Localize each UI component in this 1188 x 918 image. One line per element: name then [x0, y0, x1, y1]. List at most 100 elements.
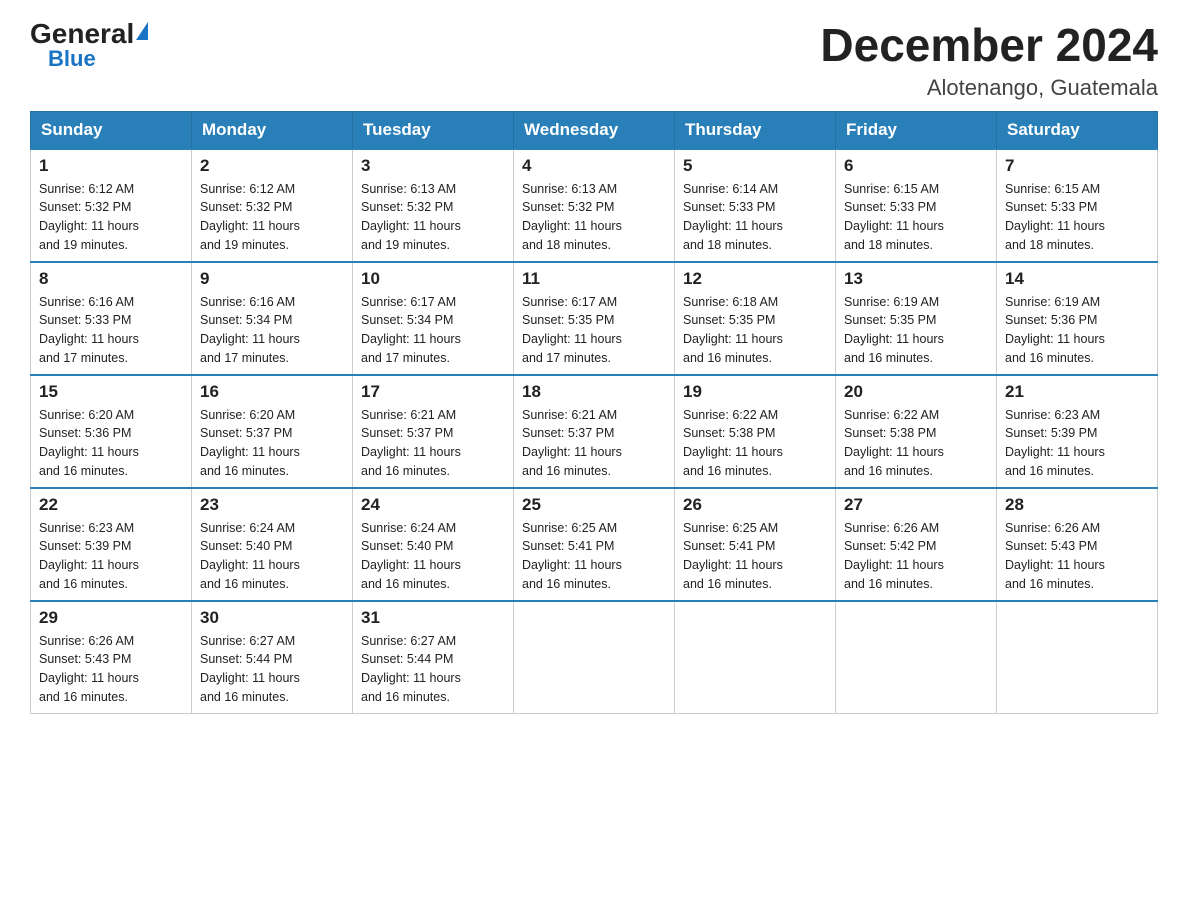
day-number: 26 [683, 495, 827, 515]
calendar-cell: 3 Sunrise: 6:13 AMSunset: 5:32 PMDaylight… [353, 149, 514, 262]
calendar-cell: 18 Sunrise: 6:21 AMSunset: 5:37 PMDayligh… [514, 375, 675, 488]
day-number: 10 [361, 269, 505, 289]
calendar-week-row-1: 1Sunrise: 6:12 AMSunset: 5:32 PMDaylight… [31, 149, 1158, 262]
day-number: 16 [200, 382, 344, 402]
title-block: December 2024 Alotenango, Guatemala [820, 20, 1158, 101]
calendar-cell: 16Sunrise: 6:20 AMSunset: 5:37 PMDayligh… [192, 375, 353, 488]
day-info: Sunrise: 6:17 AMSunset: 5:35 PMDaylight:… [522, 293, 666, 368]
calendar-cell: 13 Sunrise: 6:19 AMSunset: 5:35 PMDayligh… [836, 262, 997, 375]
day-number: 28 [1005, 495, 1149, 515]
day-number: 6 [844, 156, 988, 176]
calendar-cell: 20 Sunrise: 6:22 AMSunset: 5:38 PMDayligh… [836, 375, 997, 488]
calendar-header-row: SundayMondayTuesdayWednesdayThursdayFrid… [31, 111, 1158, 149]
calendar-week-row-4: 22Sunrise: 6:23 AMSunset: 5:39 PMDayligh… [31, 488, 1158, 601]
calendar-header-saturday: Saturday [997, 111, 1158, 149]
calendar-header-sunday: Sunday [31, 111, 192, 149]
day-number: 7 [1005, 156, 1149, 176]
day-number: 24 [361, 495, 505, 515]
calendar-cell: 19 Sunrise: 6:22 AMSunset: 5:38 PMDayligh… [675, 375, 836, 488]
day-number: 14 [1005, 269, 1149, 289]
day-number: 20 [844, 382, 988, 402]
day-number: 11 [522, 269, 666, 289]
day-info: Sunrise: 6:27 AMSunset: 5:44 PMDaylight:… [200, 632, 344, 707]
calendar-cell: 15Sunrise: 6:20 AMSunset: 5:36 PMDayligh… [31, 375, 192, 488]
day-info: Sunrise: 6:21 AMSunset: 5:37 PMDaylight:… [361, 406, 505, 481]
location-subtitle: Alotenango, Guatemala [820, 75, 1158, 101]
day-info: Sunrise: 6:26 AMSunset: 5:43 PMDaylight:… [39, 632, 183, 707]
day-info: Sunrise: 6:14 AMSunset: 5:33 PMDaylight:… [683, 180, 827, 255]
calendar-cell: 24 Sunrise: 6:24 AMSunset: 5:40 PMDayligh… [353, 488, 514, 601]
day-info: Sunrise: 6:22 AMSunset: 5:38 PMDaylight:… [844, 406, 988, 481]
day-info: Sunrise: 6:12 AMSunset: 5:32 PMDaylight:… [39, 180, 183, 255]
day-number: 25 [522, 495, 666, 515]
day-number: 18 [522, 382, 666, 402]
logo: General Blue [30, 20, 148, 70]
day-number: 12 [683, 269, 827, 289]
calendar-cell: 11 Sunrise: 6:17 AMSunset: 5:35 PMDayligh… [514, 262, 675, 375]
day-number: 5 [683, 156, 827, 176]
calendar-cell: 26 Sunrise: 6:25 AMSunset: 5:41 PMDayligh… [675, 488, 836, 601]
day-info: Sunrise: 6:23 AMSunset: 5:39 PMDaylight:… [39, 519, 183, 594]
calendar-cell: 30 Sunrise: 6:27 AMSunset: 5:44 PMDayligh… [192, 601, 353, 714]
day-info: Sunrise: 6:21 AMSunset: 5:37 PMDaylight:… [522, 406, 666, 481]
day-info: Sunrise: 6:26 AMSunset: 5:42 PMDaylight:… [844, 519, 988, 594]
day-info: Sunrise: 6:13 AMSunset: 5:32 PMDaylight:… [361, 180, 505, 255]
day-info: Sunrise: 6:27 AMSunset: 5:44 PMDaylight:… [361, 632, 505, 707]
day-info: Sunrise: 6:16 AMSunset: 5:33 PMDaylight:… [39, 293, 183, 368]
calendar-cell: 28 Sunrise: 6:26 AMSunset: 5:43 PMDayligh… [997, 488, 1158, 601]
day-number: 13 [844, 269, 988, 289]
day-number: 4 [522, 156, 666, 176]
calendar-cell: 21Sunrise: 6:23 AMSunset: 5:39 PMDayligh… [997, 375, 1158, 488]
month-year-title: December 2024 [820, 20, 1158, 71]
logo-general-text: General [30, 20, 134, 48]
day-info: Sunrise: 6:25 AMSunset: 5:41 PMDaylight:… [522, 519, 666, 594]
day-info: Sunrise: 6:24 AMSunset: 5:40 PMDaylight:… [361, 519, 505, 594]
day-info: Sunrise: 6:24 AMSunset: 5:40 PMDaylight:… [200, 519, 344, 594]
calendar-cell: 23 Sunrise: 6:24 AMSunset: 5:40 PMDayligh… [192, 488, 353, 601]
calendar-header-thursday: Thursday [675, 111, 836, 149]
day-info: Sunrise: 6:22 AMSunset: 5:38 PMDaylight:… [683, 406, 827, 481]
day-number: 19 [683, 382, 827, 402]
day-info: Sunrise: 6:12 AMSunset: 5:32 PMDaylight:… [200, 180, 344, 255]
calendar-cell: 10 Sunrise: 6:17 AMSunset: 5:34 PMDayligh… [353, 262, 514, 375]
day-info: Sunrise: 6:23 AMSunset: 5:39 PMDaylight:… [1005, 406, 1149, 481]
day-info: Sunrise: 6:15 AMSunset: 5:33 PMDaylight:… [844, 180, 988, 255]
calendar-cell: 9Sunrise: 6:16 AMSunset: 5:34 PMDaylight… [192, 262, 353, 375]
calendar-cell: 5 Sunrise: 6:14 AMSunset: 5:33 PMDaylight… [675, 149, 836, 262]
calendar-week-row-5: 29Sunrise: 6:26 AMSunset: 5:43 PMDayligh… [31, 601, 1158, 714]
day-info: Sunrise: 6:19 AMSunset: 5:35 PMDaylight:… [844, 293, 988, 368]
day-info: Sunrise: 6:16 AMSunset: 5:34 PMDaylight:… [200, 293, 344, 368]
day-info: Sunrise: 6:25 AMSunset: 5:41 PMDaylight:… [683, 519, 827, 594]
calendar-header-monday: Monday [192, 111, 353, 149]
day-number: 23 [200, 495, 344, 515]
day-info: Sunrise: 6:15 AMSunset: 5:33 PMDaylight:… [1005, 180, 1149, 255]
calendar-cell [675, 601, 836, 714]
day-number: 15 [39, 382, 183, 402]
day-info: Sunrise: 6:19 AMSunset: 5:36 PMDaylight:… [1005, 293, 1149, 368]
calendar-cell: 17 Sunrise: 6:21 AMSunset: 5:37 PMDayligh… [353, 375, 514, 488]
calendar-cell: 7 Sunrise: 6:15 AMSunset: 5:33 PMDaylight… [997, 149, 1158, 262]
logo-blue-text: Blue [48, 48, 96, 70]
calendar-week-row-3: 15Sunrise: 6:20 AMSunset: 5:36 PMDayligh… [31, 375, 1158, 488]
page-header: General Blue December 2024 Alotenango, G… [30, 20, 1158, 101]
calendar-header-friday: Friday [836, 111, 997, 149]
day-info: Sunrise: 6:13 AMSunset: 5:32 PMDaylight:… [522, 180, 666, 255]
day-number: 30 [200, 608, 344, 628]
calendar-cell: 1Sunrise: 6:12 AMSunset: 5:32 PMDaylight… [31, 149, 192, 262]
calendar-cell: 4 Sunrise: 6:13 AMSunset: 5:32 PMDaylight… [514, 149, 675, 262]
calendar-cell: 29Sunrise: 6:26 AMSunset: 5:43 PMDayligh… [31, 601, 192, 714]
calendar-cell: 22Sunrise: 6:23 AMSunset: 5:39 PMDayligh… [31, 488, 192, 601]
calendar-cell: 25 Sunrise: 6:25 AMSunset: 5:41 PMDayligh… [514, 488, 675, 601]
calendar-week-row-2: 8 Sunrise: 6:16 AMSunset: 5:33 PMDaylight… [31, 262, 1158, 375]
day-info: Sunrise: 6:17 AMSunset: 5:34 PMDaylight:… [361, 293, 505, 368]
calendar-cell: 6 Sunrise: 6:15 AMSunset: 5:33 PMDaylight… [836, 149, 997, 262]
logo-triangle-icon [136, 22, 148, 40]
calendar-header-tuesday: Tuesday [353, 111, 514, 149]
calendar-cell: 2 Sunrise: 6:12 AMSunset: 5:32 PMDaylight… [192, 149, 353, 262]
day-number: 8 [39, 269, 183, 289]
calendar-cell: 31Sunrise: 6:27 AMSunset: 5:44 PMDayligh… [353, 601, 514, 714]
day-info: Sunrise: 6:26 AMSunset: 5:43 PMDaylight:… [1005, 519, 1149, 594]
day-number: 17 [361, 382, 505, 402]
day-number: 3 [361, 156, 505, 176]
day-number: 2 [200, 156, 344, 176]
